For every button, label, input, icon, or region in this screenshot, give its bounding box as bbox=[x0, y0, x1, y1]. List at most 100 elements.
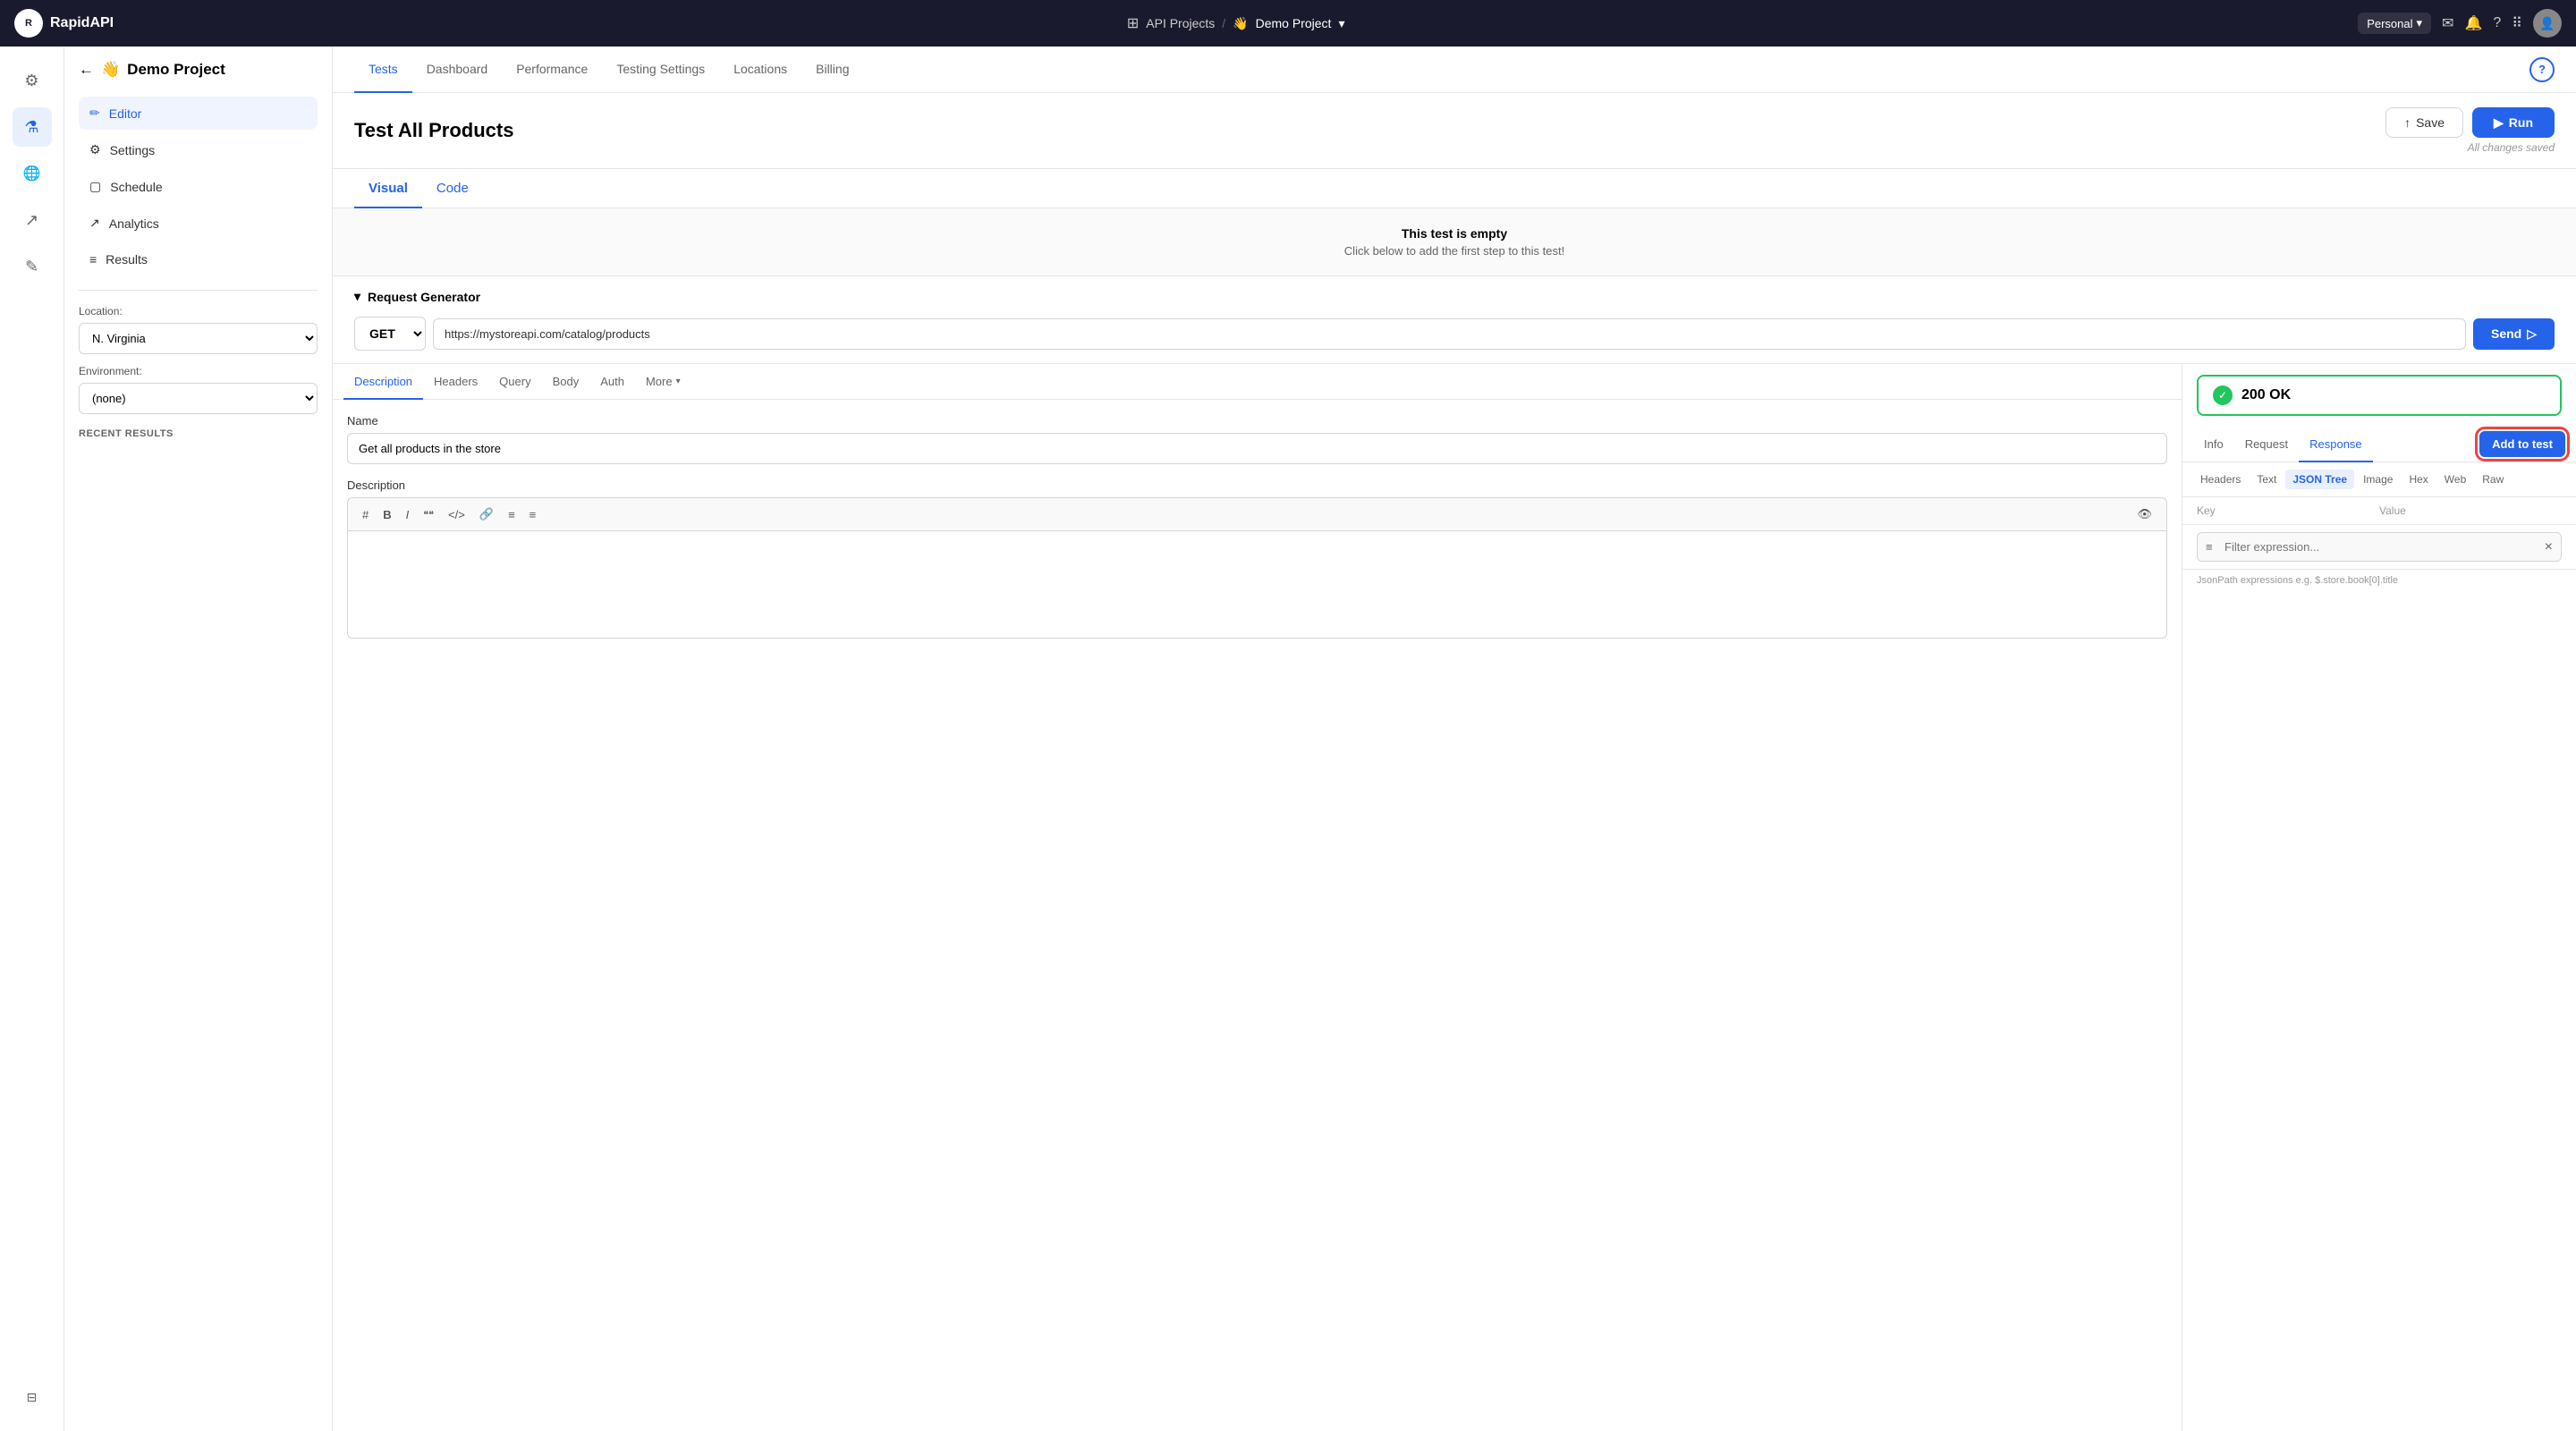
tab-billing[interactable]: Billing bbox=[801, 47, 863, 93]
ok-badge: ✓ bbox=[2213, 385, 2233, 405]
environment-select[interactable]: (none) bbox=[79, 383, 318, 414]
url-input[interactable] bbox=[433, 318, 2466, 350]
preview-icon[interactable]: 👁 bbox=[2133, 505, 2156, 523]
nav-right: Personal ▾ ✉ 🔔 ? ⠿ 👤 bbox=[2358, 9, 2562, 38]
link-icon[interactable]: 🔗 bbox=[476, 505, 497, 523]
resp-tab-info[interactable]: Info bbox=[2193, 427, 2234, 462]
empty-test-subtitle: Click below to add the first step to thi… bbox=[351, 244, 2558, 258]
response-tabs-bar: Info Request Response Add to test bbox=[2182, 427, 2576, 462]
editor-body[interactable] bbox=[347, 531, 2167, 639]
run-button[interactable]: ▶ Run bbox=[2472, 107, 2555, 138]
mail-icon[interactable]: ✉ bbox=[2442, 14, 2453, 32]
resp-tab-request[interactable]: Request bbox=[2234, 427, 2299, 462]
demo-project-label[interactable]: Demo Project bbox=[1256, 16, 1332, 30]
editor-toolbar: # B I ❝❝ </> 🔗 ≡ ≡ 👁 bbox=[347, 497, 2167, 531]
view-tab-text[interactable]: Text bbox=[2250, 470, 2284, 489]
desc-tab-auth[interactable]: Auth bbox=[589, 364, 635, 400]
api-projects-link[interactable]: API Projects bbox=[1146, 16, 1215, 30]
desc-body: Name Description # B I ❝❝ </> 🔗 ≡ ≡ bbox=[333, 400, 2182, 653]
desc-tab-body[interactable]: Body bbox=[542, 364, 590, 400]
desc-tab-headers[interactable]: Headers bbox=[423, 364, 488, 400]
sidebar-item-chart[interactable]: ↗ bbox=[13, 200, 52, 240]
heading-icon[interactable]: # bbox=[359, 506, 372, 523]
logo-area[interactable]: R RapidAPI bbox=[14, 9, 114, 38]
sidebar-menu-item-editor[interactable]: ✏ Editor bbox=[79, 97, 318, 130]
view-tab-headers[interactable]: Headers bbox=[2193, 470, 2248, 489]
view-tab-image[interactable]: Image bbox=[2356, 470, 2400, 489]
location-select[interactable]: N. Virginia bbox=[79, 323, 318, 354]
filter-expression-input[interactable] bbox=[2197, 532, 2562, 562]
description-panel: Description Headers Query Body Auth bbox=[333, 364, 2182, 1431]
project-name: Demo Project bbox=[127, 61, 225, 79]
sidebar-item-collapse[interactable]: ⊟ bbox=[13, 1377, 52, 1417]
project-emoji: 👋 bbox=[101, 61, 120, 79]
back-arrow-icon: ← bbox=[79, 61, 94, 79]
recent-results-section: RECENT RESULTS bbox=[79, 428, 318, 439]
resp-tab-response[interactable]: Response bbox=[2299, 427, 2373, 462]
save-button[interactable]: ↑ Save bbox=[2385, 107, 2463, 138]
desc-tab-query[interactable]: Query bbox=[488, 364, 541, 400]
recent-results-label: RECENT RESULTS bbox=[79, 428, 318, 439]
chevron-down-icon: ▾ bbox=[1338, 16, 1344, 31]
tab-testing-settings[interactable]: Testing Settings bbox=[602, 47, 719, 93]
workspace-label: Personal bbox=[2367, 17, 2412, 30]
tab-code[interactable]: Code bbox=[422, 169, 483, 208]
grid-apps-icon[interactable]: ⠿ bbox=[2512, 14, 2522, 32]
view-tab-json-tree[interactable]: JSON Tree bbox=[2285, 470, 2354, 489]
italic-icon[interactable]: I bbox=[402, 506, 413, 523]
left-sidebar: ⚙ ⚗ 🌐 ↗ ✎ ⊟ bbox=[0, 47, 64, 1431]
quote-icon[interactable]: ❝❝ bbox=[419, 507, 437, 522]
avatar[interactable]: 👤 bbox=[2533, 9, 2562, 38]
view-subtabs-bar: Headers Text JSON Tree Image Hex bbox=[2182, 462, 2576, 497]
name-field-label: Name bbox=[347, 414, 2167, 428]
workspace-selector[interactable]: Personal ▾ bbox=[2358, 13, 2431, 34]
sidebar-menu-item-schedule[interactable]: ▢ Schedule bbox=[79, 170, 318, 203]
sidebar-item-settings[interactable]: ⚙ bbox=[13, 61, 52, 100]
help-circle-icon[interactable]: ? bbox=[2529, 57, 2555, 82]
code-icon[interactable]: </> bbox=[445, 506, 469, 523]
sidebar-item-flask[interactable]: ⚗ bbox=[13, 107, 52, 147]
view-tab-raw[interactable]: Raw bbox=[2475, 470, 2511, 489]
pen-icon: ✎ bbox=[25, 258, 38, 276]
rg-header[interactable]: ▾ Request Generator bbox=[354, 289, 2555, 304]
tab-dashboard[interactable]: Dashboard bbox=[412, 47, 503, 93]
send-button[interactable]: Send ▷ bbox=[2473, 318, 2555, 350]
empty-test-title: This test is empty bbox=[351, 226, 2558, 241]
name-field[interactable] bbox=[347, 433, 2167, 464]
method-select[interactable]: GET bbox=[354, 317, 426, 351]
tab-visual[interactable]: Visual bbox=[354, 169, 422, 208]
add-to-test-button[interactable]: Add to test bbox=[2479, 431, 2565, 457]
nav-center: ⊞ API Projects / 👋 Demo Project ▾ bbox=[128, 14, 2343, 32]
test-title: Test All Products bbox=[354, 119, 2371, 142]
bold-icon[interactable]: B bbox=[379, 506, 394, 523]
view-tabs-bar: Visual Code bbox=[333, 169, 2576, 208]
sidebar-menu-item-analytics[interactable]: ↗ Analytics bbox=[79, 207, 318, 240]
sidebar-menu-item-settings[interactable]: ⚙ Settings bbox=[79, 133, 318, 166]
desc-tab-more[interactable]: More ▾ bbox=[635, 364, 691, 400]
help-icon[interactable]: ? bbox=[2493, 15, 2501, 31]
sidebar-item-pen[interactable]: ✎ bbox=[13, 247, 52, 286]
top-tabs-bar: Tests Dashboard Performance Testing Sett… bbox=[333, 47, 2576, 93]
tab-locations[interactable]: Locations bbox=[719, 47, 801, 93]
desc-tab-description[interactable]: Description bbox=[343, 364, 423, 400]
filter-close-icon[interactable]: × bbox=[2545, 539, 2553, 555]
bell-icon[interactable]: 🔔 bbox=[2464, 14, 2482, 32]
top-nav: R RapidAPI ⊞ API Projects / 👋 Demo Proje… bbox=[0, 0, 2576, 47]
sidebar-menu-item-results[interactable]: ≡ Results bbox=[79, 243, 318, 275]
saved-text: All changes saved bbox=[2468, 141, 2555, 154]
status-box: ✓ 200 OK bbox=[2197, 375, 2562, 416]
schedule-icon: ▢ bbox=[89, 179, 101, 194]
tab-performance[interactable]: Performance bbox=[502, 47, 602, 93]
test-header: Test All Products ↑ Save ▶ Run All chang… bbox=[333, 93, 2576, 169]
sidebar-item-globe[interactable]: 🌐 bbox=[13, 154, 52, 193]
view-tab-hex[interactable]: Hex bbox=[2402, 470, 2435, 489]
view-tab-web[interactable]: Web bbox=[2437, 470, 2473, 489]
tab-tests[interactable]: Tests bbox=[354, 47, 412, 93]
back-button[interactable]: ← 👋 Demo Project bbox=[79, 61, 318, 79]
value-label: Value bbox=[2379, 504, 2562, 517]
key-value-header: Key Value bbox=[2182, 497, 2576, 525]
grid-icon: ⊞ bbox=[1127, 14, 1139, 32]
ordered-list-icon[interactable]: ≡ bbox=[526, 506, 540, 523]
chart-icon: ↗ bbox=[25, 211, 38, 230]
list-icon[interactable]: ≡ bbox=[504, 506, 519, 523]
